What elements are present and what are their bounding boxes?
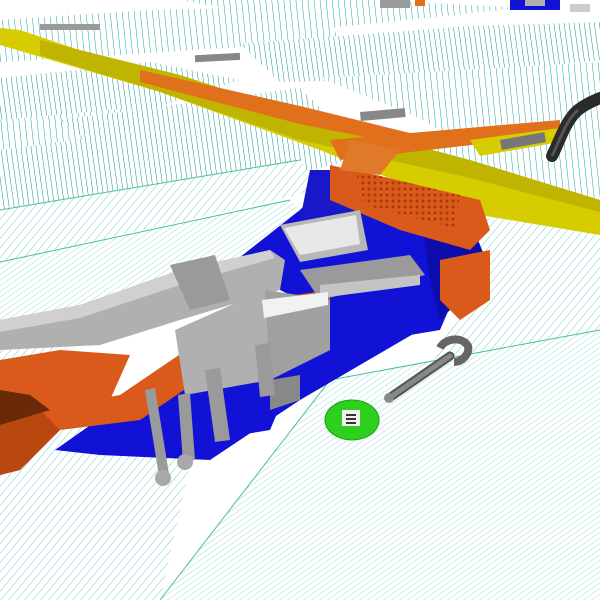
marker-icon <box>346 414 356 424</box>
game-viewport[interactable] <box>0 0 600 600</box>
target-marker[interactable] <box>324 399 380 441</box>
